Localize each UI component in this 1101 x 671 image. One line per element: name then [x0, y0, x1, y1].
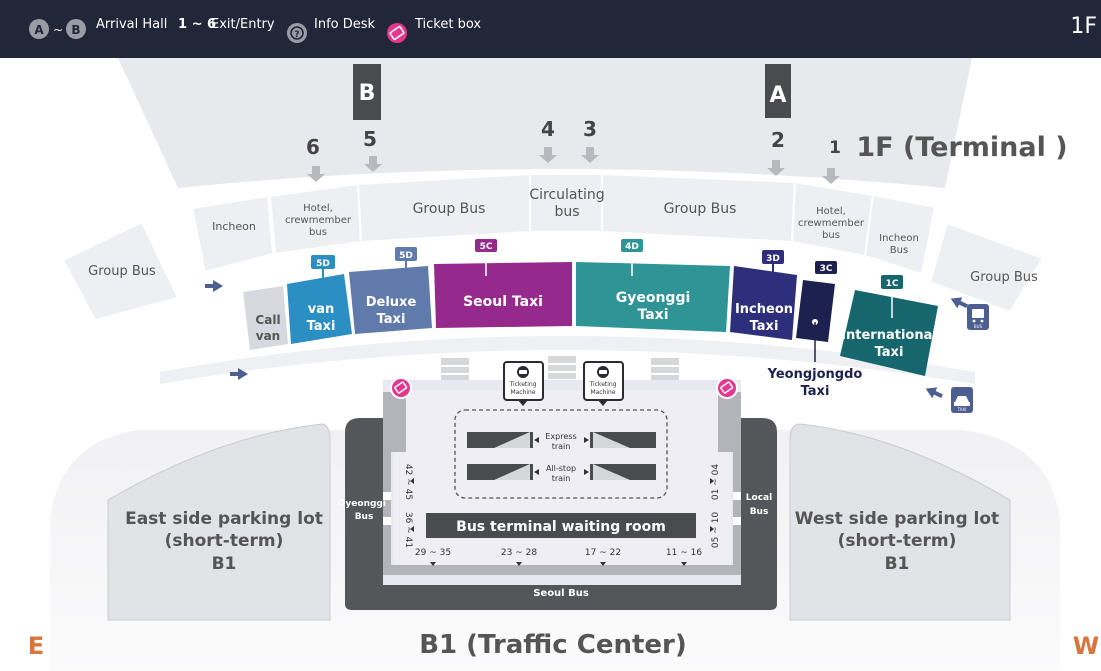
ticketing-machine-2-line2: Machine — [590, 389, 615, 396]
taxi-gyeonggi-line2: Taxi — [637, 307, 668, 323]
zone-group-bus-mid-left-label: Group Bus — [413, 201, 486, 217]
taxi-incheon-line2: Taxi — [750, 319, 779, 334]
bus-sign-icon: BUS — [967, 304, 989, 330]
yeongjongdo-line1: Yeongjongdo — [767, 367, 863, 382]
bus-sign-label: BUS — [974, 324, 983, 329]
legend-arrival-hall: Arrival Hall — [96, 17, 168, 32]
compass-east: E — [28, 632, 44, 660]
taxi-deluxe-line1: Deluxe — [366, 295, 417, 310]
ticketing-machine-1-line2: Machine — [510, 389, 535, 396]
all-stop-train-line2: train — [552, 474, 571, 483]
zone-group-bus-mid-right-label: Group Bus — [664, 201, 737, 217]
east-parking-line3: B1 — [212, 554, 237, 574]
zone-hotel-right-line2: crewmember — [798, 218, 865, 229]
compass-west: W — [1073, 632, 1099, 660]
taxi-sign-icon: TAXI — [951, 387, 973, 413]
east-parking-line1: East side parking lot — [125, 509, 323, 529]
zone-incheon-left — [190, 194, 275, 274]
legend-bar: A ~ B ? Arrival Hall 1 ~ 6 Exit/Entry In… — [0, 0, 1101, 58]
local-bus-line2: Bus — [750, 507, 769, 517]
zone-circulating — [529, 173, 603, 233]
legend-exit-entry: Exit/Entry — [211, 17, 275, 32]
zone-group-bus-right-label: Group Bus — [970, 270, 1038, 285]
taxi-incheon-code: 3D — [766, 254, 780, 264]
gyeonggi-bus-line1: Gyeonggi — [338, 499, 386, 509]
ticket-box-icon — [390, 377, 412, 399]
zone-hotel-right-line1: Hotel, — [816, 206, 846, 217]
transport-map: A ~ B ? Arrival Hall 1 ~ 6 Exit/Entry In… — [0, 0, 1101, 671]
zone-circulating-line1: Circulating — [529, 187, 604, 203]
taxi-incheon-line1: Incheon — [735, 302, 793, 317]
ticket-box-icon — [716, 377, 738, 399]
terminal-title: 1F (Terminal ) — [856, 132, 1067, 163]
ticketing-machine-icon: Ticketing Machine — [583, 361, 624, 406]
taxi-van-code: 5D — [316, 259, 330, 269]
stops-bottom-4: 11 ~ 16 — [666, 548, 702, 558]
call-van-line2: van — [256, 329, 280, 343]
zone-hotel-right-line3: bus — [822, 230, 840, 241]
taxi-sign-label: TAXI — [957, 407, 967, 412]
taxi-international-line1: International — [841, 328, 937, 343]
exit-3-label: 3 — [583, 117, 597, 141]
legend-circle-b: B — [71, 23, 80, 37]
b1-title: B1 (Traffic Center) — [419, 630, 687, 660]
exit-4-label: 4 — [541, 117, 555, 141]
zone-hotel-left-line2: crewmember — [285, 215, 352, 226]
east-parking-line2: (short-term) — [165, 531, 284, 551]
bus-waiting-room-label: Bus terminal waiting room — [456, 519, 666, 535]
exit-2-label: 2 — [771, 128, 785, 152]
direction-arrow-icon — [205, 280, 223, 292]
express-train-line2: train — [552, 442, 571, 451]
stops-bottom-3: 17 ~ 22 — [585, 548, 621, 558]
gate-a-label: A — [769, 83, 786, 108]
taxi-deluxe-code: 5D — [399, 251, 413, 261]
west-parking-line3: B1 — [885, 554, 910, 574]
info-symbol: ? — [294, 30, 299, 40]
ticketing-machine-icon: Ticketing Machine — [503, 361, 544, 406]
map-canvas: B A 1 2 3 4 5 6 1F (Terminal ) Group Bus… — [28, 58, 1099, 671]
legend-range-sep: ~ — [53, 23, 63, 37]
ticketing-machine-1-line1: Ticketing — [508, 381, 536, 388]
local-bus-line1: Local — [746, 493, 772, 503]
taxi-gyeonggi-code: 4D — [625, 242, 639, 252]
stops-bottom-2: 23 ~ 28 — [501, 548, 537, 558]
taxi-yeongjongdo-code: 3C — [820, 264, 833, 274]
zone-hotel-left-line1: Hotel, — [303, 203, 333, 214]
call-van-line1: Call — [255, 313, 280, 327]
west-parking-line2: (short-term) — [838, 531, 957, 551]
taxi-seoul-code: 5C — [480, 242, 493, 252]
taxi-van-line1: van — [308, 302, 335, 317]
taxi-deluxe-line2: Taxi — [377, 312, 406, 327]
zone-incheon-right-line1: Incheon — [879, 233, 919, 244]
exit-1-label: 1 — [829, 138, 841, 158]
gate-b-label: B — [359, 81, 376, 106]
exit-5-label: 5 — [363, 127, 377, 151]
all-stop-train-line1: All-stop — [546, 464, 576, 473]
legend-ticket-box: Ticket box — [415, 17, 482, 32]
zone-incheon-left-label: Incheon — [212, 220, 256, 233]
direction-arrow-icon — [925, 387, 943, 399]
seoul-bus-label: Seoul Bus — [533, 588, 589, 599]
taxi-gyeonggi-line1: Gyeonggi — [616, 290, 691, 306]
zone-circulating-line2: bus — [554, 204, 579, 220]
taxi-seoul-label: Seoul Taxi — [463, 294, 543, 310]
zone-incheon-right-line2: Bus — [890, 245, 908, 256]
legend-info-desk: Info Desk — [314, 17, 376, 32]
stops-bottom-1: 29 ~ 35 — [415, 548, 451, 558]
express-train-line1: Express — [545, 432, 576, 441]
west-parking-line1: West side parking lot — [795, 509, 999, 529]
zone-hotel-left-line3: bus — [309, 227, 327, 238]
zone-group-bus-right — [928, 221, 1045, 314]
floor-label: 1F — [1070, 14, 1097, 39]
ticketing-machine-2-line1: Ticketing — [588, 381, 616, 388]
gyeonggi-bus-line2: Bus — [355, 512, 374, 522]
taxi-van-line2: Taxi — [307, 319, 336, 334]
exit-6-label: 6 — [306, 135, 320, 159]
taxi-international-code: 1C — [886, 279, 899, 289]
legend-circle-a: A — [34, 23, 44, 37]
zone-group-bus-left-label: Group Bus — [88, 264, 156, 279]
taxi-international-line2: Taxi — [875, 345, 904, 360]
yeongjongdo-line2: Taxi — [801, 384, 830, 399]
